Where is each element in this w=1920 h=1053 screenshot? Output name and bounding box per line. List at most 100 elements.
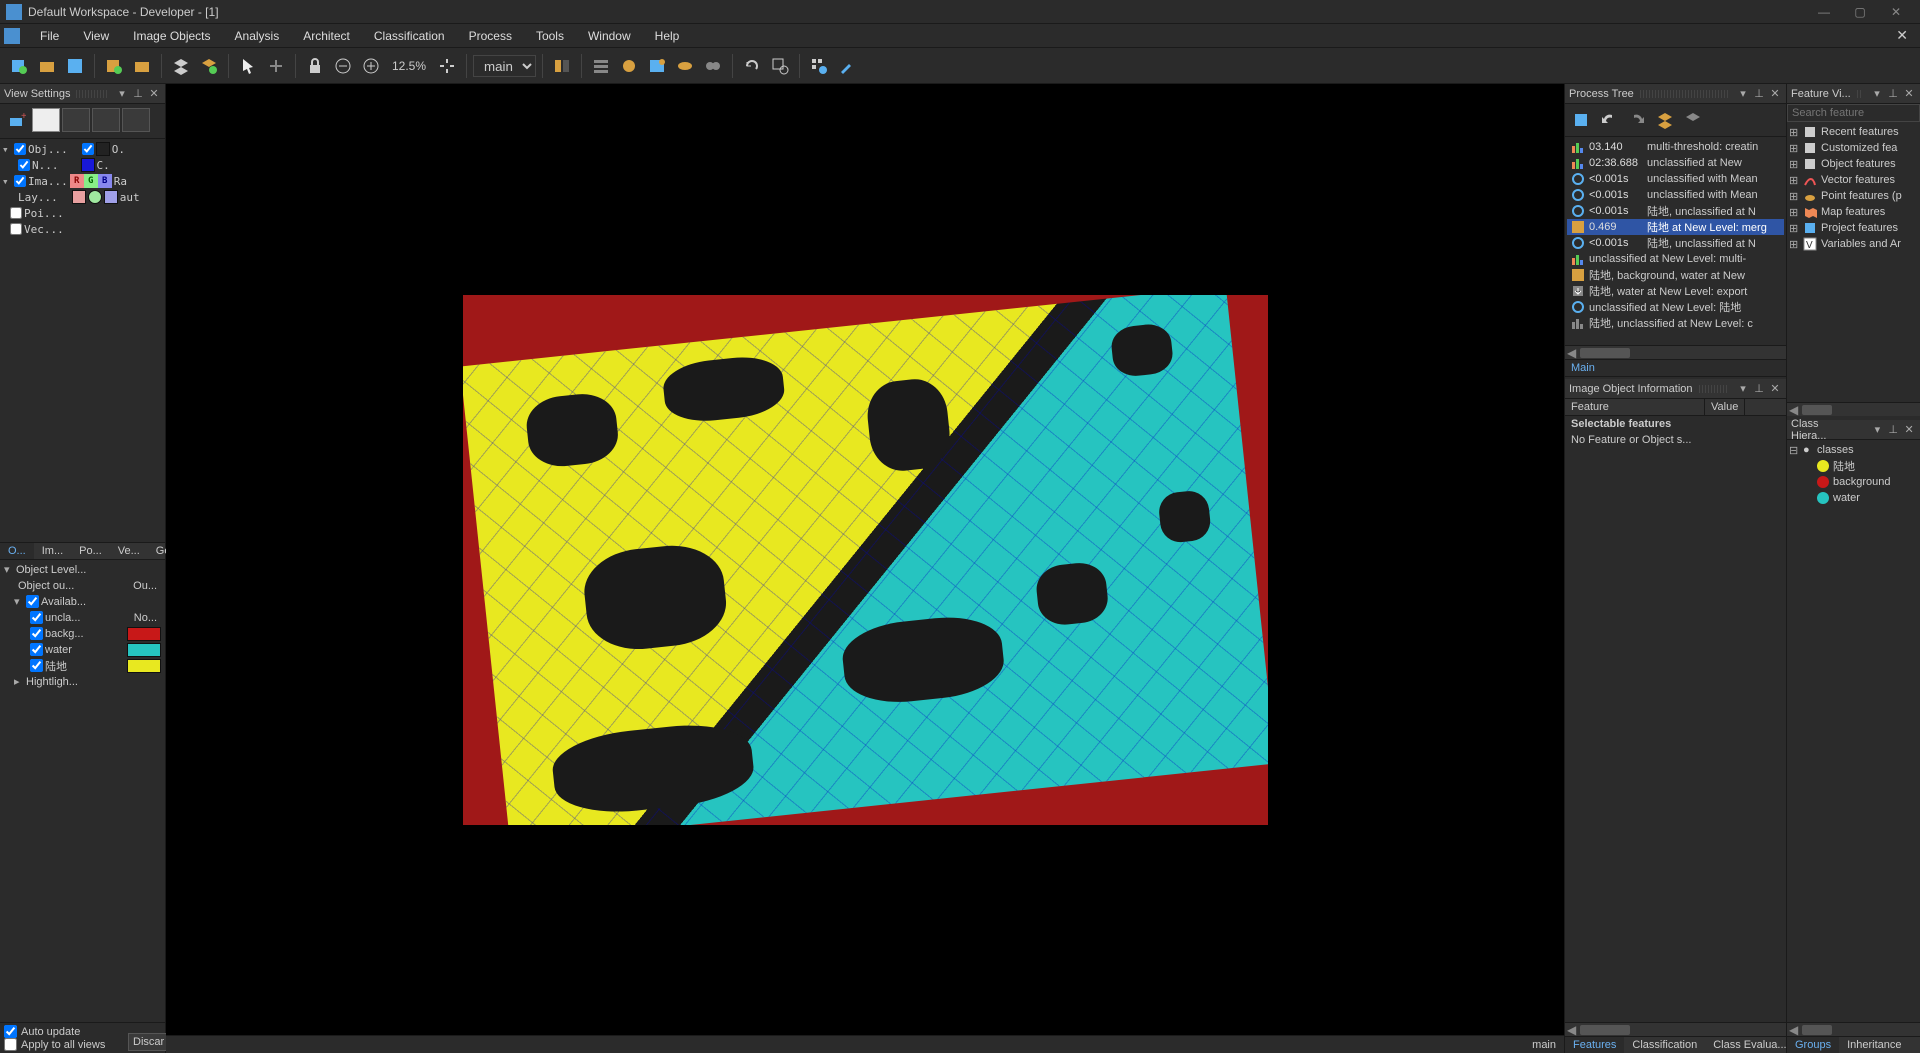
- class-root[interactable]: classes: [1817, 444, 1854, 456]
- tree-toggle[interactable]: ▾: [2, 175, 12, 188]
- ioi-hscroll[interactable]: ◀: [1565, 1022, 1786, 1036]
- save-project-button[interactable]: [62, 53, 88, 79]
- view-thumb-3[interactable]: [92, 108, 120, 132]
- close-icon[interactable]: ✕: [1768, 382, 1782, 395]
- dropdown-icon[interactable]: ▾: [1736, 87, 1750, 100]
- menu-file[interactable]: File: [28, 26, 71, 46]
- tree-row[interactable]: uncla...No...: [4, 610, 161, 626]
- tree-row[interactable]: backg...: [4, 626, 161, 642]
- tree-toggle[interactable]: ⊞: [1789, 126, 1799, 139]
- layer-add-button[interactable]: [196, 53, 222, 79]
- class-row[interactable]: water: [1789, 490, 1918, 506]
- vec-checkbox[interactable]: [10, 223, 22, 235]
- layers2-icon[interactable]: [1681, 108, 1705, 132]
- dropdown-icon[interactable]: ▾: [1870, 423, 1884, 436]
- tool-c-button[interactable]: [672, 53, 698, 79]
- item-checkbox[interactable]: [30, 611, 43, 624]
- feature-row[interactable]: ⊞Point features (p: [1789, 188, 1918, 204]
- tab-im[interactable]: Im...: [34, 543, 71, 559]
- map-select[interactable]: main: [473, 55, 536, 77]
- mdi-close-button[interactable]: ✕: [1888, 25, 1916, 46]
- item-checkbox[interactable]: [30, 643, 43, 656]
- item-checkbox[interactable]: [30, 659, 43, 672]
- tree-row[interactable]: 陆地: [4, 658, 161, 674]
- class-row[interactable]: background: [1789, 474, 1918, 490]
- obj-checkbox[interactable]: [14, 143, 26, 155]
- tab-class-eval[interactable]: Class Evalua...: [1705, 1037, 1794, 1053]
- process-row[interactable]: unclassified at New Level: 陆地: [1567, 299, 1784, 315]
- feature-row[interactable]: ⊞Recent features: [1789, 124, 1918, 140]
- tab-po[interactable]: Po...: [71, 543, 110, 559]
- menu-architect[interactable]: Architect: [291, 26, 362, 46]
- zoom-in-button[interactable]: [358, 53, 384, 79]
- pin-icon[interactable]: ⊥: [1886, 423, 1900, 436]
- tree-row[interactable]: ▸Hightligh...: [4, 674, 161, 690]
- dropdown-icon[interactable]: ▾: [1736, 382, 1750, 395]
- menu-window[interactable]: Window: [576, 26, 643, 46]
- maximize-button[interactable]: ▢: [1850, 5, 1870, 19]
- view-thumb-4[interactable]: [122, 108, 150, 132]
- settings-button[interactable]: [806, 53, 832, 79]
- o-checkbox[interactable]: [82, 143, 94, 155]
- run-button[interactable]: [1569, 108, 1593, 132]
- tree-row[interactable]: ▾Availab...: [4, 594, 161, 610]
- process-row[interactable]: 陆地, unclassified at New Level: c: [1567, 315, 1784, 331]
- tree-toggle[interactable]: ⊞: [1789, 222, 1799, 235]
- menu-analysis[interactable]: Analysis: [223, 26, 292, 46]
- tree-toggle[interactable]: ⊞: [1789, 206, 1799, 219]
- close-button[interactable]: ✕: [1886, 5, 1906, 19]
- dropdown-icon[interactable]: ▾: [115, 87, 129, 100]
- discard-button[interactable]: Discar: [128, 1033, 169, 1051]
- pan-tool[interactable]: [263, 53, 289, 79]
- feature-row[interactable]: ⊞Customized fea: [1789, 140, 1918, 156]
- minimize-button[interactable]: —: [1814, 5, 1834, 19]
- process-row[interactable]: <0.001s陆地, unclassified at N: [1567, 235, 1784, 251]
- feature-search-input[interactable]: [1787, 104, 1920, 122]
- class-row[interactable]: 陆地: [1789, 458, 1918, 474]
- pin-icon[interactable]: ⊥: [1886, 87, 1900, 100]
- image-canvas[interactable]: [463, 295, 1268, 825]
- pin-icon[interactable]: ⊥: [131, 87, 145, 100]
- close-icon[interactable]: ✕: [1768, 87, 1782, 100]
- tab-groups[interactable]: Groups: [1787, 1037, 1839, 1053]
- menu-help[interactable]: Help: [643, 26, 692, 46]
- tree-toggle[interactable]: ⊞: [1789, 158, 1799, 171]
- feature-row[interactable]: ⊞Map features: [1789, 204, 1918, 220]
- tree-row[interactable]: Object ou...Ou...: [4, 578, 161, 594]
- n-checkbox[interactable]: [18, 159, 30, 171]
- feature-row[interactable]: ⊞Project features: [1789, 220, 1918, 236]
- tab-inheritance[interactable]: Inheritance: [1839, 1037, 1909, 1053]
- layers-button[interactable]: [168, 53, 194, 79]
- process-row[interactable]: 03.140multi-threshold: creatin: [1567, 139, 1784, 155]
- pin-icon[interactable]: ⊥: [1752, 87, 1766, 100]
- process-subtab-main[interactable]: Main: [1565, 359, 1786, 377]
- tab-o[interactable]: O...: [0, 543, 34, 559]
- new-workspace-button[interactable]: [101, 53, 127, 79]
- feature-row[interactable]: ⊞Object features: [1789, 156, 1918, 172]
- tree-toggle[interactable]: ⊟: [1789, 444, 1799, 457]
- process-row[interactable]: 陆地, water at New Level: export: [1567, 283, 1784, 299]
- add-layer-button[interactable]: +: [4, 108, 30, 134]
- tool-d-button[interactable]: [700, 53, 726, 79]
- view-thumb-2[interactable]: [62, 108, 90, 132]
- feature-row[interactable]: ⊞VVariables and Ar: [1789, 236, 1918, 252]
- item-checkbox[interactable]: [26, 595, 39, 608]
- tool-a-button[interactable]: [616, 53, 642, 79]
- tab-classification[interactable]: Classification: [1624, 1037, 1705, 1053]
- close-icon[interactable]: ✕: [1902, 87, 1916, 100]
- viewport[interactable]: [166, 84, 1564, 1035]
- tree-toggle[interactable]: ▾: [14, 595, 24, 608]
- zoom-area-button[interactable]: [767, 53, 793, 79]
- ioi-col-feature[interactable]: Feature: [1565, 399, 1705, 415]
- layers-icon[interactable]: [1653, 108, 1677, 132]
- item-checkbox[interactable]: [30, 627, 43, 640]
- tree-toggle[interactable]: ⊞: [1789, 142, 1799, 155]
- zoom-level[interactable]: 12.5%: [386, 59, 432, 73]
- process-row[interactable]: <0.001s陆地, unclassified at N: [1567, 203, 1784, 219]
- tab-ve[interactable]: Ve...: [110, 543, 148, 559]
- ioi-col-value[interactable]: Value: [1705, 399, 1745, 415]
- pin-icon[interactable]: ⊥: [1752, 382, 1766, 395]
- redo-button[interactable]: [1625, 108, 1649, 132]
- zoom-out-button[interactable]: [330, 53, 356, 79]
- feature-row[interactable]: ⊞Vector features: [1789, 172, 1918, 188]
